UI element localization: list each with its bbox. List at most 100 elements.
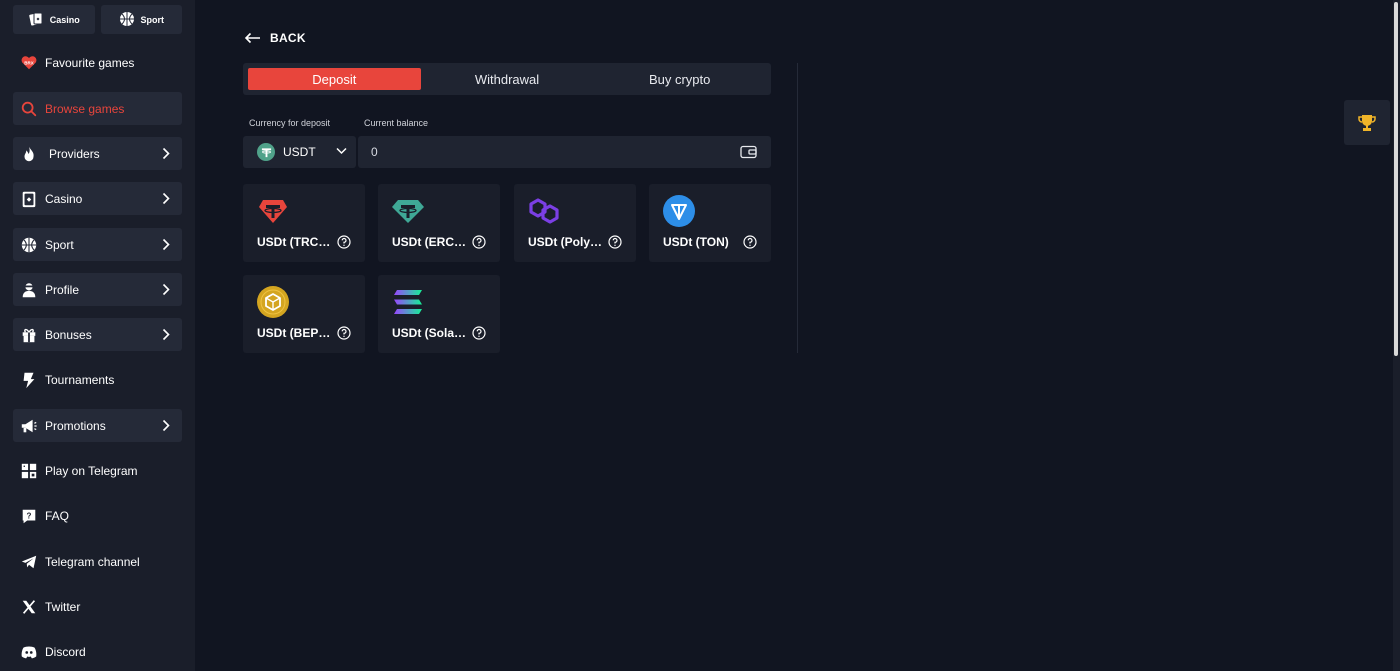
network-name: USDt (ERC20): [392, 235, 468, 249]
cards-icon: [19, 189, 39, 209]
question-bubble-icon: ?: [19, 506, 39, 526]
scrollbar-thumb[interactable]: [1394, 2, 1398, 356]
currency-value: USDT: [283, 145, 316, 159]
help-icon[interactable]: [337, 235, 351, 249]
user-icon: [19, 280, 39, 300]
currency-label: Currency for deposit: [249, 118, 331, 128]
network-name: USDt (BEP20): [257, 326, 333, 340]
switch-sport-button[interactable]: Sport: [100, 5, 182, 34]
sidebar-item-label: Promotions: [45, 418, 106, 433]
chevron-right-icon: [162, 192, 170, 205]
network-card-erc20[interactable]: USDt (ERC20): [378, 184, 500, 262]
sidebar-item-telegram-channel[interactable]: Telegram channel: [13, 545, 182, 578]
sidebar-item-profile[interactable]: Profile: [13, 273, 182, 306]
network-card-bep20[interactable]: USDt (BEP20): [243, 275, 365, 353]
tab-deposit[interactable]: Deposit: [248, 68, 421, 90]
switch-casino-label: Casino: [49, 14, 80, 25]
divider: [797, 63, 798, 353]
bolt-icon: [19, 370, 39, 390]
sidebar-item-casino[interactable]: Casino: [13, 182, 182, 215]
sidebar: Casino Sport BRX Favourite games Browse …: [0, 0, 195, 671]
svg-text:BRX: BRX: [24, 60, 34, 65]
discord-icon: [19, 642, 39, 662]
currency-select[interactable]: USDT: [243, 136, 356, 168]
switch-sport-label: Sport: [140, 14, 165, 25]
help-icon[interactable]: [472, 235, 486, 249]
sidebar-item-bonuses[interactable]: Bonuses: [13, 318, 182, 351]
ball-icon: [19, 235, 39, 255]
sidebar-item-label: Browse games: [45, 101, 125, 116]
network-card-trc20[interactable]: USDt (TRC20): [243, 184, 365, 262]
chevron-down-icon: [336, 147, 347, 155]
back-label: BACK: [270, 31, 306, 45]
sidebar-item-label: FAQ: [45, 508, 70, 523]
sidebar-item-label: Casino: [45, 191, 83, 206]
network-card-polygon[interactable]: USDt (Polygon): [514, 184, 636, 262]
sidebar-item-label: Bonuses: [45, 327, 92, 342]
help-icon[interactable]: [743, 235, 757, 249]
network-name: USDt (TRC20): [257, 235, 333, 249]
payment-tabs: Deposit Withdrawal Buy crypto: [243, 63, 771, 95]
sidebar-item-label: Twitter: [45, 599, 81, 614]
gift-icon: [19, 325, 39, 345]
sidebar-item-promotions[interactable]: Promotions: [13, 409, 182, 442]
sidebar-item-providers[interactable]: Providers: [13, 137, 182, 170]
tether-icon: [391, 194, 425, 228]
network-name: USDt (TON): [663, 235, 729, 249]
sidebar-item-play-on-telegram[interactable]: Play on Telegram: [13, 454, 182, 487]
trophy-icon: [1358, 114, 1376, 131]
ton-icon: [662, 194, 696, 228]
sidebar-item-label: Telegram channel: [45, 554, 140, 569]
sidebar-item-label: Profile: [45, 282, 80, 297]
sidebar-item-twitter[interactable]: Twitter: [13, 590, 182, 623]
network-card-solana[interactable]: USDt (Solana): [378, 275, 500, 353]
mode-switch: Casino Sport: [13, 5, 182, 34]
telegram-icon: [19, 552, 39, 572]
chevron-right-icon: [162, 238, 170, 251]
chevron-right-icon: [162, 283, 170, 296]
invaders-icon: [19, 461, 39, 481]
bnb-icon: [256, 285, 290, 319]
sidebar-item-faq[interactable]: ? FAQ: [13, 499, 182, 532]
sidebar-item-discord[interactable]: Discord: [13, 635, 182, 668]
sidebar-item-label: Discord: [45, 644, 86, 659]
ball-icon: [119, 11, 135, 29]
help-icon[interactable]: [608, 235, 622, 249]
solana-icon: [391, 285, 425, 319]
switch-casino-button[interactable]: Casino: [13, 5, 95, 34]
network-name: USDt (Polygon): [528, 235, 604, 249]
chevron-right-icon: [162, 328, 170, 341]
balance-label: Current balance: [364, 118, 429, 128]
back-button[interactable]: BACK: [244, 31, 306, 45]
sidebar-item-label: Providers: [49, 146, 100, 161]
network-card-ton[interactable]: USDt (TON): [649, 184, 771, 262]
chevron-right-icon: [162, 147, 170, 160]
tron-icon: [256, 194, 290, 228]
sidebar-item-tournaments[interactable]: Tournaments: [13, 363, 182, 396]
tab-withdrawal[interactable]: Withdrawal: [421, 68, 594, 90]
balance-value: 0: [371, 145, 378, 159]
help-icon[interactable]: [472, 326, 486, 340]
wallet-icon[interactable]: [740, 145, 757, 159]
svg-text:?: ?: [27, 511, 32, 520]
fire-icon: [19, 144, 39, 164]
x-icon: [19, 597, 39, 617]
sidebar-item-sport[interactable]: Sport: [13, 228, 182, 261]
sidebar-item-label: Play on Telegram: [45, 463, 138, 478]
chevron-right-icon: [162, 419, 170, 432]
tab-buy-crypto[interactable]: Buy crypto: [593, 68, 766, 90]
cards-icon: [28, 11, 44, 29]
balance-field: 0: [358, 136, 771, 168]
sidebar-item-label: Tournaments: [45, 372, 115, 387]
sidebar-item-browse-games[interactable]: Browse games: [13, 92, 182, 125]
sidebar-item-label: Favourite games: [45, 55, 135, 70]
help-icon[interactable]: [337, 326, 351, 340]
polygon-icon: [527, 194, 561, 228]
arrow-left-icon: [244, 32, 260, 44]
sidebar-item-label: Sport: [45, 237, 74, 252]
megaphone-icon: [19, 416, 39, 436]
sidebar-item-favourite-games[interactable]: BRX Favourite games: [13, 46, 182, 79]
heart-icon: BRX: [19, 53, 39, 73]
tournaments-trophy-button[interactable]: [1344, 100, 1390, 145]
search-icon: [19, 99, 39, 119]
